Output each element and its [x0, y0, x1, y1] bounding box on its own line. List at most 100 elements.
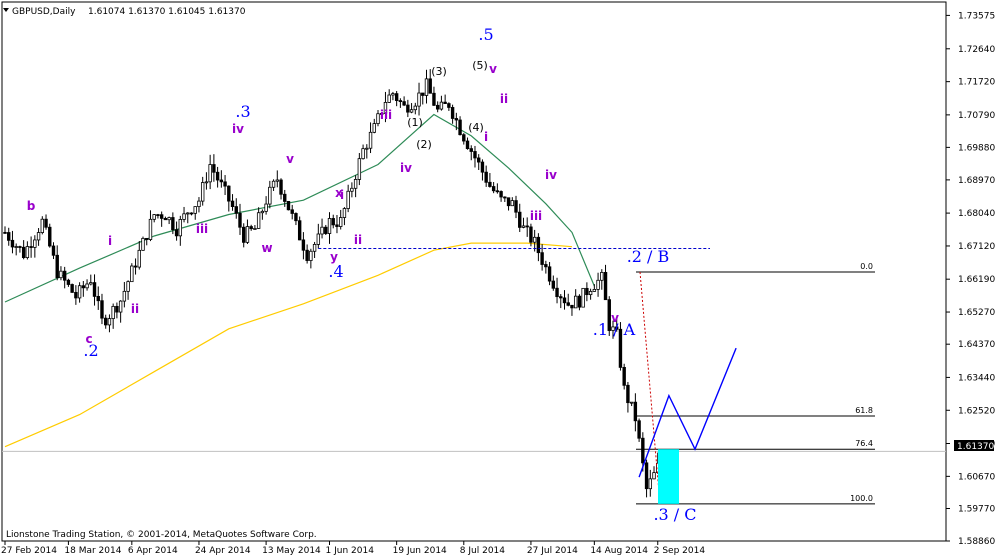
candle-body — [532, 236, 537, 243]
candle-body — [111, 305, 115, 320]
candle-body — [253, 228, 257, 230]
candle-body — [74, 291, 78, 299]
candle-body — [648, 478, 652, 490]
y-tick-label: 1.66190 — [958, 275, 995, 285]
candle-body — [633, 401, 638, 422]
candle-body — [357, 158, 362, 180]
candle-body — [89, 282, 93, 285]
wave-label: .2 / B — [627, 247, 670, 266]
candle-body — [7, 232, 11, 241]
candle-body — [588, 291, 593, 296]
candle-body — [529, 226, 533, 243]
wave-label: w — [261, 241, 272, 255]
x-tick-label: 2 Sep 2014 — [654, 546, 706, 556]
wave-label: ii — [500, 92, 508, 106]
candle-body — [491, 186, 496, 192]
candle-body — [320, 226, 324, 235]
y-tick-label: 1.63440 — [958, 373, 995, 383]
candle-body — [25, 246, 30, 259]
x-tick-label: 18 Mar 2014 — [64, 546, 121, 556]
wave-label: b — [27, 199, 36, 213]
y-tick-label: 1.59770 — [958, 504, 995, 514]
candle-body — [439, 101, 444, 110]
candle-body — [104, 317, 108, 326]
candle-body — [297, 220, 302, 241]
candle-body — [264, 203, 268, 212]
price-tag: 1.61370 — [957, 442, 994, 452]
candle-body — [126, 281, 130, 292]
candle-body — [215, 171, 220, 181]
candle-body — [596, 279, 600, 290]
chart-background — [0, 0, 996, 558]
candle-body — [566, 302, 570, 306]
wave-label: i — [108, 234, 112, 248]
candle-body — [249, 226, 253, 230]
candle-body — [77, 285, 82, 299]
wave-label: .4 — [328, 262, 343, 281]
x-tick-label: 24 Apr 2014 — [195, 546, 251, 556]
candle-body — [372, 123, 376, 133]
candle-body — [182, 213, 186, 220]
target-zone — [658, 449, 679, 504]
candle-body — [652, 472, 656, 480]
candle-body — [458, 119, 462, 136]
fib-level-label: 0.0 — [860, 262, 873, 271]
candle-body — [488, 181, 492, 187]
candle-body — [443, 101, 447, 104]
candle-body — [450, 107, 455, 119]
candle-body — [626, 384, 630, 404]
price-chart[interactable]: 0.061.876.4100.0 bciiiiiiivvwxyiiiiiiivv… — [0, 0, 996, 558]
candle-body — [499, 191, 503, 198]
y-tick-label: 1.60670 — [958, 472, 995, 482]
y-tick-label: 1.72640 — [958, 45, 995, 55]
candle-body — [473, 151, 477, 159]
candle-body — [14, 246, 18, 248]
candle-body — [577, 295, 582, 308]
symbol-label: GBPUSD,Daily — [12, 7, 76, 17]
y-tick-label: 1.62520 — [958, 406, 995, 416]
candle-body — [227, 185, 231, 202]
candle-body — [503, 196, 507, 199]
candle-body — [193, 206, 197, 214]
candle-body — [145, 237, 149, 240]
x-tick-label: 19 Jun 2014 — [393, 546, 447, 556]
y-tick-label: 1.69880 — [958, 143, 995, 153]
wave-label: .3 — [235, 102, 250, 121]
candle-body — [200, 182, 205, 202]
candle-body — [462, 134, 466, 142]
candle-body — [547, 266, 552, 282]
candle-body — [152, 214, 156, 220]
candle-body — [256, 212, 261, 229]
y-tick-label: 1.68970 — [958, 176, 995, 186]
candle-body — [350, 187, 354, 192]
candle-body — [85, 283, 89, 289]
candle-body — [283, 193, 287, 202]
candle-body — [29, 246, 33, 248]
wave-label: iii — [196, 222, 208, 236]
candle-body — [316, 233, 321, 245]
candle-body — [122, 290, 127, 302]
wave-label: (5) — [472, 59, 488, 72]
candle-body — [495, 190, 500, 193]
y-tick-label: 1.71720 — [958, 78, 995, 88]
candle-body — [402, 101, 406, 106]
wave-label: ii — [354, 233, 362, 247]
candle-body — [641, 437, 645, 464]
y-tick-label: 1.68040 — [958, 209, 995, 219]
candle-body — [3, 231, 7, 234]
candle-body — [92, 282, 97, 297]
x-tick-label: 13 May 2014 — [262, 546, 321, 556]
candle-body — [335, 224, 339, 227]
wave-label: i — [340, 188, 344, 202]
wave-label: (1) — [407, 116, 423, 129]
candle-body — [219, 179, 224, 183]
wave-label: .2 — [83, 341, 98, 360]
candle-body — [413, 105, 417, 111]
x-tick-label: 27 Feb 2014 — [1, 546, 57, 556]
copyright-text: Lionstone Trading Station, © 2001-2014, … — [6, 530, 317, 540]
candle-body — [387, 94, 391, 103]
wave-label: v — [489, 62, 497, 76]
candle-body — [555, 287, 559, 298]
wave-label: .1 / A — [593, 320, 636, 339]
candle-body — [327, 218, 332, 234]
